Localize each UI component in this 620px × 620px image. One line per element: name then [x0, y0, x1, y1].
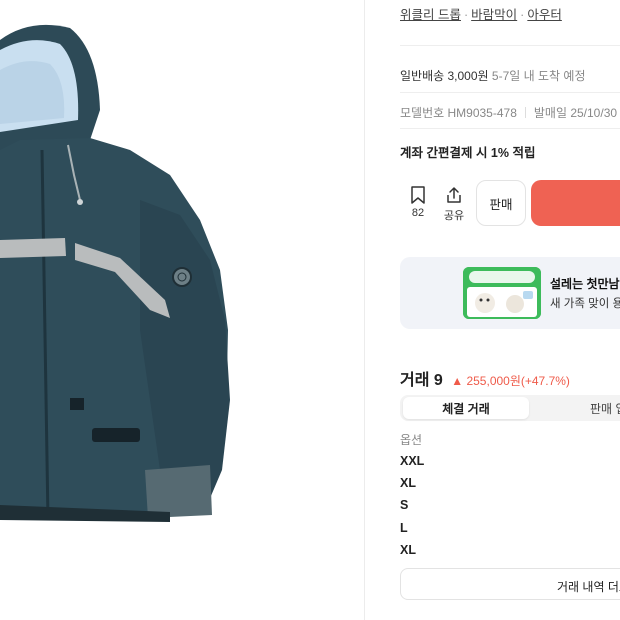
share-icon	[447, 187, 461, 203]
pet-promo-image	[463, 267, 541, 319]
divider	[400, 128, 620, 129]
divider	[400, 92, 620, 93]
promo-subtitle: 새 가족 맞이 용품	[550, 298, 620, 310]
bookmark-icon	[411, 186, 425, 204]
breadcrumb-outer[interactable]: 아우터	[527, 8, 562, 22]
breadcrumb-separator: ·	[463, 8, 469, 22]
buy-button[interactable]	[531, 180, 620, 226]
trade-count: 거래 9	[400, 372, 443, 389]
product-image-panel	[0, 0, 364, 620]
release-date: 발매일 25/10/30	[533, 106, 618, 120]
product-info-panel: 위클리 드롭 · 바람막이 · 아우터 일반배송 3,000원 5-7일 내 도착 예정…	[365, 0, 620, 620]
trade-tabs: 체결 거래 판매 입찰	[400, 395, 620, 421]
breadcrumb-separator: ·	[520, 8, 525, 22]
option-row: XXL	[400, 454, 425, 468]
option-row: XL	[400, 543, 416, 557]
breadcrumb-weekly-drop[interactable]: 위클리 드롭	[400, 8, 461, 22]
bookmark-button[interactable]: 82	[400, 186, 436, 219]
share-label: 공유	[443, 210, 465, 222]
promo-banner[interactable]: 설레는 첫만남, 저 새 가족 맞이 용품	[400, 257, 620, 329]
promo-thumbnail	[463, 267, 541, 319]
breadcrumb: 위클리 드롭 · 바람막이 · 아우터	[400, 4, 562, 23]
trade-summary: 거래 9 ▲ 255,000원(+47.7%)	[400, 366, 570, 390]
points-info: 계좌 간편결제 시 1% 적립	[400, 146, 536, 160]
breadcrumb-windbreaker[interactable]: 바람막이	[471, 8, 517, 22]
option-row: S	[400, 498, 409, 512]
product-meta: 모델번호 HM9035-478 발매일 25/10/30	[400, 104, 617, 121]
price-change: ▲ 255,000원(+47.7%)	[451, 374, 570, 388]
tab-sell-bids[interactable]: 판매 입찰	[590, 397, 620, 419]
model-number: 모델번호 HM9035-478	[400, 106, 517, 120]
tab-completed-trades[interactable]: 체결 거래	[403, 397, 529, 419]
trade-history-label: 거래 내역 더보기	[557, 580, 620, 594]
divider	[400, 45, 620, 46]
shipping-info: 일반배송 3,000원 5-7일 내 도착 예정	[400, 67, 586, 84]
option-row: L	[400, 521, 408, 535]
options-header: 옵션	[400, 433, 423, 447]
jacket-image	[0, 24, 230, 522]
promo-title: 설레는 첫만남, 저	[550, 277, 620, 291]
sell-button[interactable]: 판매	[476, 180, 526, 226]
share-button[interactable]: 공유	[436, 186, 472, 223]
shipping-eta: 5-7일 내 도착 예정	[491, 69, 586, 83]
option-row: XL	[400, 476, 416, 490]
trade-history-button[interactable]: 거래 내역 더보기	[400, 568, 620, 600]
bookmark-count: 82	[411, 207, 425, 219]
shipping-price: 일반배송 3,000원	[400, 69, 489, 83]
action-bar: 82 공유 판매	[400, 180, 620, 228]
